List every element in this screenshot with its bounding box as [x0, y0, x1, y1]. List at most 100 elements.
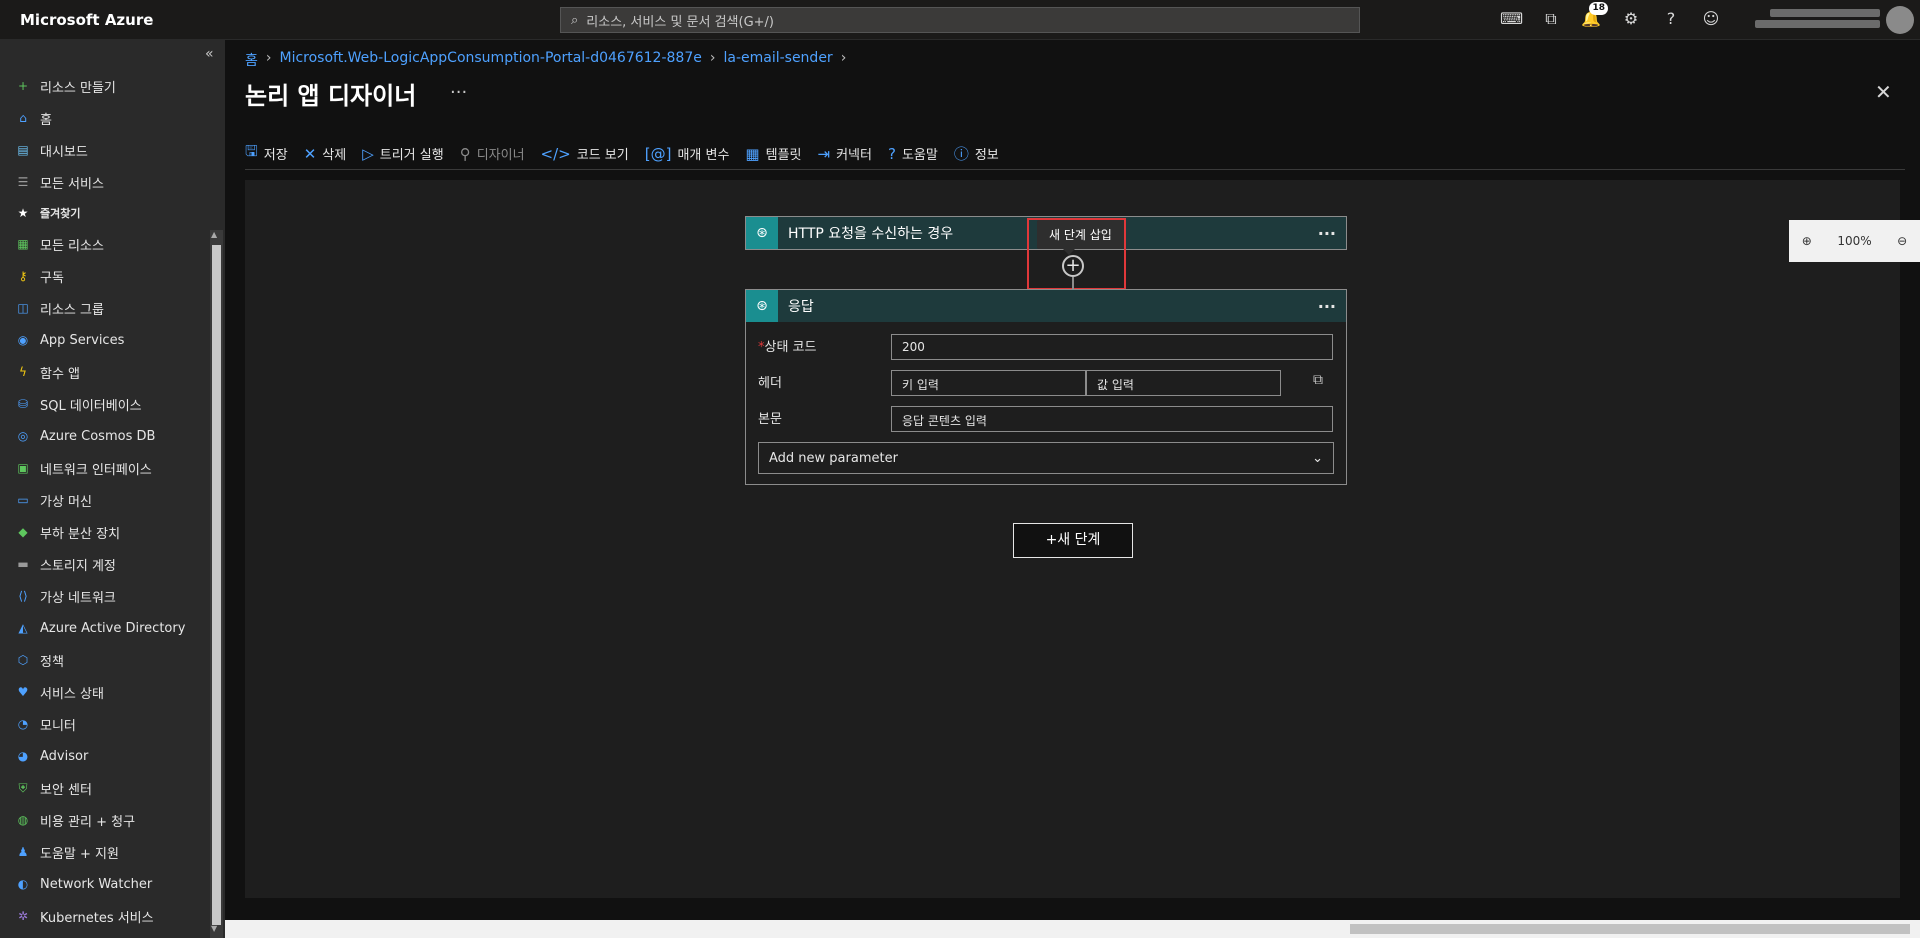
chevron-down-icon: ⌄: [1312, 450, 1323, 466]
sidebar-item-9[interactable]: ϟ 함수 앱: [0, 356, 207, 388]
bell-icon[interactable]: 🔔 18: [1580, 2, 1608, 30]
sidebar-item-20[interactable]: ◔ 모니터: [0, 708, 207, 740]
new-step-button[interactable]: +새 단계: [1013, 523, 1133, 558]
planet-icon: ◎: [17, 429, 29, 443]
advisor-icon: ◕: [17, 749, 29, 763]
sidebar-item-4: ★ 즐겨찾기: [0, 198, 207, 228]
sidebar-item-10[interactable]: ⛁ SQL 데이터베이스: [0, 388, 207, 420]
feedback-icon[interactable]: ☺: [1700, 8, 1722, 30]
sidebar-item-25[interactable]: ◐ Network Watcher: [0, 868, 207, 900]
zoom-control: ⊕ 100% ⊖: [1789, 220, 1920, 262]
response-step-header[interactable]: ⊛ 응답 ···: [746, 290, 1346, 322]
monitor-icon: ▭: [17, 493, 29, 507]
sidebar-item-label: 서비스 상태: [40, 686, 104, 702]
directory-filter-icon[interactable]: ⧉: [1540, 8, 1562, 30]
body-label: 본문: [758, 412, 782, 427]
account-info[interactable]: [1750, 6, 1880, 31]
sidebar-item-0[interactable]: + 리소스 만들기: [0, 70, 207, 102]
info-button[interactable]: ⓘ 정보: [954, 143, 999, 164]
cloud-shell-icon[interactable]: ⌨: [1500, 8, 1523, 30]
sidebar-scrollbar-thumb[interactable]: [212, 245, 221, 925]
zoom-in-icon[interactable]: ⊕: [1802, 234, 1812, 248]
designer-button[interactable]: ⚲ 디자이너: [460, 144, 525, 164]
breadcrumb-home[interactable]: 홈: [245, 50, 258, 70]
sidebar-item-6[interactable]: ⚷ 구독: [0, 260, 207, 292]
templates-button[interactable]: ▦ 템플릿: [745, 144, 801, 164]
brand-title[interactable]: Microsoft Azure: [20, 11, 153, 29]
sidebar-item-14[interactable]: ◆ 부하 분산 장치: [0, 516, 207, 548]
sidebar-item-17[interactable]: ◭ Azure Active Directory: [0, 612, 207, 644]
sidebar-item-23[interactable]: ◍ 비용 관리 + 청구: [0, 804, 207, 836]
trigger-more-button[interactable]: ···: [1318, 224, 1336, 243]
headers-label: 헤더: [758, 376, 782, 391]
info-icon: ⓘ: [953, 145, 969, 163]
response-icon: ⊛: [746, 290, 778, 322]
close-icon[interactable]: ✕: [1875, 80, 1892, 104]
step-connector-arrow: [1072, 277, 1074, 289]
sidebar-item-22[interactable]: ⛨ 보안 센터: [0, 772, 207, 804]
status-code-field[interactable]: 200: [891, 334, 1333, 360]
star-icon: ★: [17, 206, 29, 220]
horizontal-scrollbar-thumb[interactable]: [1350, 924, 1910, 934]
sidebar-item-label: 스토리지 계정: [40, 558, 116, 574]
connectors-button[interactable]: ⇥ 커넥터: [818, 144, 872, 164]
zoom-out-icon[interactable]: ⊖: [1897, 234, 1907, 248]
switch-to-text-mode-icon[interactable]: ⧉: [1313, 372, 1323, 388]
add-new-parameter-dropdown[interactable]: Add new parameter ⌄: [758, 442, 1334, 474]
sidebar-item-12[interactable]: ▣ 네트워크 인터페이스: [0, 452, 207, 484]
page-title: 논리 앱 디자이너: [245, 82, 417, 110]
response-step-card[interactable]: ⊛ 응답 ··· *상태 코드 200 헤더 키 입력 값 입력 ⧉ 본문 응답…: [745, 289, 1347, 485]
body-field[interactable]: 응답 콘텐츠 입력: [891, 406, 1333, 432]
sidebar-item-1[interactable]: ⌂ 홈: [0, 102, 207, 134]
parameters-button[interactable]: [@] 매개 변수: [645, 144, 730, 164]
header-value-field[interactable]: 값 입력: [1086, 370, 1281, 396]
aad-icon: ◭: [18, 621, 28, 635]
sidebar-item-label: Kubernetes 서비스: [40, 910, 154, 926]
sidebar-item-26[interactable]: ✲ Kubernetes 서비스: [0, 900, 207, 932]
sidebar-item-21[interactable]: ◕ Advisor: [0, 740, 207, 772]
sidebar-item-13[interactable]: ▭ 가상 머신: [0, 484, 207, 516]
avatar[interactable]: [1886, 6, 1914, 34]
sidebar-collapse-button[interactable]: «: [205, 46, 214, 62]
help-icon[interactable]: ?: [1660, 8, 1682, 30]
breadcrumb-resource-group[interactable]: Microsoft.Web-LogicAppConsumption-Portal…: [280, 50, 702, 70]
sidebar-item-18[interactable]: ⬡ 정책: [0, 644, 207, 676]
sidebar-item-24[interactable]: ♟ 도움말 + 지원: [0, 836, 207, 868]
help-button[interactable]: ? 도움말: [888, 144, 938, 164]
sidebar-item-16[interactable]: ⟨⟩ 가상 네트워크: [0, 580, 207, 612]
global-search-input[interactable]: ⌕ 리소스, 서비스 및 문서 검색(G+/): [560, 7, 1360, 33]
sidebar-item-11[interactable]: ◎ Azure Cosmos DB: [0, 420, 207, 452]
add-new-parameter-label: Add new parameter: [769, 450, 898, 466]
response-more-button[interactable]: ···: [1318, 297, 1336, 316]
sidebar-item-15[interactable]: ▬ 스토리지 계정: [0, 548, 207, 580]
breadcrumb-resource[interactable]: la-email-sender: [723, 50, 832, 70]
sidebar-item-7[interactable]: ◫ 리소스 그룹: [0, 292, 207, 324]
network-interface-icon: ▣: [17, 461, 29, 475]
title-more-button[interactable]: ···: [450, 82, 467, 103]
plus-icon: +: [17, 79, 29, 93]
sidebar-item-label: App Services: [40, 332, 125, 348]
scroll-up-icon[interactable]: ▲: [211, 230, 217, 239]
designer-toolbar: 🖫 저장 ✕ 삭제 ▷ 트리거 실행 ⚲ 디자이너 </> 코드 보기 [@] 매개 변수 …: [245, 138, 1905, 170]
delete-button[interactable]: ✕ 삭제: [304, 144, 347, 164]
sidebar-item-19[interactable]: ♥ 서비스 상태: [0, 676, 207, 708]
run-trigger-button[interactable]: ▷ 트리거 실행: [362, 144, 443, 164]
gear-icon[interactable]: ⚙: [1620, 8, 1642, 30]
sidebar-item-label: 모든 서비스: [40, 176, 104, 192]
sidebar-item-5[interactable]: ▦ 모든 리소스: [0, 228, 207, 260]
sidebar-item-8[interactable]: ◉ App Services: [0, 324, 207, 356]
cost-icon: ◍: [17, 813, 29, 827]
save-button[interactable]: 🖫 저장: [245, 141, 288, 166]
list-icon: ☰: [17, 175, 29, 189]
sidebar-item-2[interactable]: ▤ 대시보드: [0, 134, 207, 166]
scroll-down-icon[interactable]: ▼: [211, 924, 217, 933]
insert-step-button[interactable]: +: [1062, 255, 1084, 277]
header-key-field[interactable]: 키 입력: [891, 370, 1086, 396]
sidebar-item-label: 가상 네트워크: [40, 590, 116, 606]
parameters-label: 매개 변수: [677, 148, 730, 163]
sidebar-item-3[interactable]: ☰ 모든 서비스: [0, 166, 207, 198]
globe-icon: ◉: [17, 333, 29, 347]
vnet-icon: ⟨⟩: [18, 589, 28, 603]
globe-watch-icon: ◐: [17, 877, 29, 891]
code-view-button[interactable]: </> 코드 보기: [541, 144, 629, 164]
